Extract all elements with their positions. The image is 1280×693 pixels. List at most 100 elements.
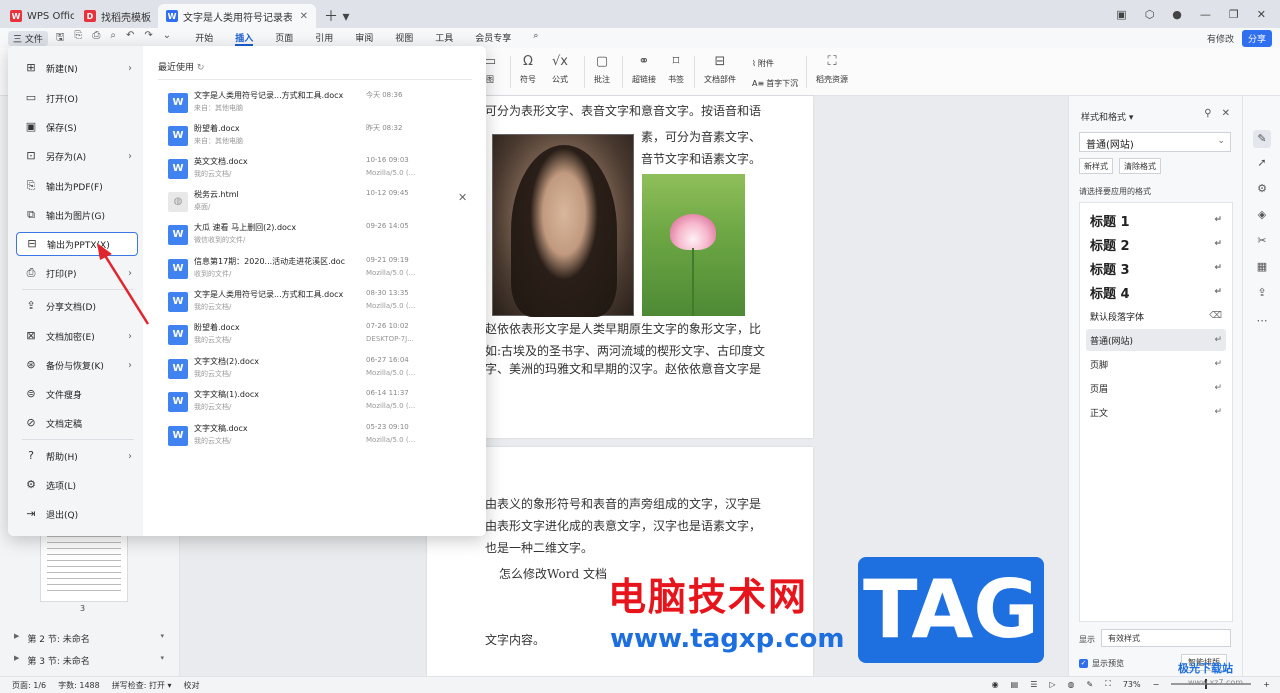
recent-file-item[interactable]: W 信息第17期：2020...活动走进花溪区.doc 收到的文件/09-21 09… [168,256,468,286]
close-window-icon[interactable]: ✕ [1257,8,1266,21]
eye-icon[interactable]: ◉ [992,680,999,689]
layout-icon[interactable]: ▣ [1116,8,1126,21]
export-icon[interactable]: ⎘ [74,30,82,47]
preview-icon[interactable]: ⌕ [110,30,116,47]
recent-file-item[interactable]: ◍ 税务云.html 桌面/10-12 09:45 ✕ [168,189,468,219]
section-item-3[interactable]: ▶ 第 3 节: 未命名 ▾ [14,654,164,667]
ribbon-dropcap-button[interactable]: A≡ 首字下沉 [752,78,798,89]
recent-file-item[interactable]: W 文字文档(2).docx 我的云文档/06-27 16:04 Mozilla/5.… [168,356,468,386]
style-default-font[interactable]: 默认段落字体 ⌫ [1086,305,1226,327]
menu-finalize[interactable]: ⊘ 文档定稿 [16,411,138,435]
undo-icon[interactable]: ↶ [126,30,134,47]
table-icon[interactable]: ▦ [1253,258,1271,276]
tab-home[interactable]: 开始 [195,31,213,46]
ribbon-symbol-button[interactable]: Ω 符号 [520,54,536,85]
style-footer[interactable]: 页脚 ↵ [1086,353,1226,375]
tab-docer[interactable]: D 找稻壳模板 [76,4,156,28]
spell-check[interactable]: 拼写检查: 打开 ▾ [112,680,172,691]
show-preview-checkbox[interactable]: ✓ 显示预览 [1079,658,1124,669]
recent-file-item[interactable]: W 文字文稿(1).docx 我的云文档/06-14 11:37 Mozilla/5.… [168,389,468,419]
style-normal-web[interactable]: 普通(网站) ↵ [1086,329,1226,351]
style-heading-4[interactable]: 标题 4 ↵ [1086,281,1226,303]
fit-icon[interactable]: ⛶ [1105,679,1111,689]
save-icon[interactable]: 🖫 [56,30,65,47]
tab-wps-office[interactable]: W WPS Office [2,4,74,28]
page-thumbnail[interactable] [40,530,128,602]
menu-encrypt[interactable]: ⊠ 文档加密(E) › [16,324,138,348]
chevron-down-icon[interactable]: ⌄ [163,30,171,47]
portrait-image[interactable] [492,134,634,317]
menu-slim-file[interactable]: ⊜ 文件瘦身 [16,382,138,406]
word-count[interactable]: 字数: 1488 [58,680,100,691]
section-item-2[interactable]: ▶ 第 2 节: 未命名 ▾ [14,632,164,645]
recent-file-item[interactable]: W 文字是人类用符号记录...方式和工具.docx 我的云文档/08-30 13:3… [168,289,468,319]
menu-save[interactable]: ▣ 保存(S) [16,115,138,139]
current-style-select[interactable]: 普通(网站) ⌄ [1079,132,1231,152]
recent-file-item[interactable]: W 大瓜 速看 马上删回(2).docx 微信收到的文件/09-26 14:05 [168,222,468,252]
play-icon[interactable]: ▷ [1049,680,1055,689]
panel-title[interactable]: 样式和格式 ▾ [1081,110,1133,123]
tab-current-document[interactable]: W 文字是人类用符号记录表达信息以 ✕ [158,4,316,28]
remove-recent-icon[interactable]: ✕ [458,191,467,204]
zoom-in-icon[interactable]: + [1263,680,1270,689]
tools-icon[interactable]: ✂ [1253,232,1271,250]
ribbon-attachment-button[interactable]: ⌇ 附件 [752,58,774,69]
zoom-value[interactable]: 73% [1123,680,1141,689]
ribbon-comment-button[interactable]: ▢ 批注 [594,54,610,85]
modified-indicator[interactable]: 有修改 [1207,32,1234,45]
sliders-icon[interactable]: ⚙ [1253,180,1271,198]
print-icon[interactable]: ⎙ [92,30,100,47]
page-view-icon[interactable]: ▤ [1011,680,1019,689]
menu-save-as[interactable]: ⊡ 另存为(A) › [16,144,138,168]
pin-icon[interactable]: ⚲ [1204,108,1211,119]
outline-view-icon[interactable]: ☰ [1030,680,1037,689]
tab-insert[interactable]: 插入 [235,31,254,46]
menu-open[interactable]: ▭ 打开(O) [16,86,138,110]
more-icon[interactable]: ⋯ [1253,312,1271,330]
ribbon-bookmark-button[interactable]: ⌑ 书签 [668,54,684,85]
restore-icon[interactable]: ❐ [1229,8,1239,21]
upload-icon[interactable]: ⇪ [1253,284,1271,302]
pen-icon[interactable]: ✎ [1253,130,1271,148]
show-filter-select[interactable]: 有效样式 [1101,629,1231,647]
tab-member[interactable]: 会员专享 [475,31,511,46]
new-tab-button[interactable]: ＋ ▾ [324,4,349,28]
clear-format-button[interactable]: 清除格式 [1119,158,1161,174]
recent-file-item[interactable]: W 文字是人类用符号记录...方式和工具.docx 来自：其他电脑 今天 08:36 [168,90,468,120]
tab-review[interactable]: 审阅 [355,31,373,46]
menu-options[interactable]: ⚙ 选项(L) [16,473,138,497]
ribbon-hyperlink-button[interactable]: ⚭ 超链接 [632,54,656,85]
shapes-icon[interactable]: ◈ [1253,206,1271,224]
recent-file-item[interactable]: W 文字文稿.docx 我的云文档/05-23 09:10 Mozilla/5.0 (… [168,423,468,453]
style-body[interactable]: 正文 ↵ [1086,401,1226,423]
menu-share-document[interactable]: ⇪ 分享文档(D) [16,294,138,318]
menu-export-image[interactable]: ⧉ 输出为图片(G) [16,203,138,227]
menu-exit[interactable]: ⇥ 退出(Q) [16,502,138,526]
cube-icon[interactable]: ⬡ [1145,8,1155,21]
lotus-image[interactable] [642,174,745,316]
ribbon-formula-button[interactable]: √x 公式 [552,54,568,85]
share-button[interactable]: 分享 [1241,30,1272,47]
menu-new[interactable]: ⊞ 新建(N) › [16,56,138,80]
menu-backup[interactable]: ⊛ 备份与恢复(K) › [16,353,138,377]
style-header[interactable]: 页眉 ↵ [1086,377,1226,399]
ribbon-docpart-button[interactable]: ⊟ 文档部件 [704,54,736,85]
avatar[interactable]: ● [1172,8,1182,21]
page-indicator[interactable]: 页面: 1/6 [12,680,46,691]
ribbon-resource-button[interactable]: ⛶ 稻壳资源 [816,54,848,85]
edit-icon[interactable]: ✎ [1087,680,1094,689]
refresh-icon[interactable]: ↻ [197,63,205,73]
style-heading-3[interactable]: 标题 3 ↵ [1086,257,1226,279]
close-icon[interactable]: ✕ [1222,108,1230,119]
zoom-out-icon[interactable]: − [1153,680,1160,689]
menu-export-pdf[interactable]: ⎘ 输出为PDF(F) [16,174,138,198]
tab-reference[interactable]: 引用 [315,31,333,46]
search-icon[interactable]: ⌕ [533,31,538,46]
menu-help[interactable]: ? 帮助(H) › [16,444,138,468]
tab-page[interactable]: 页面 [275,31,293,46]
recent-file-item[interactable]: W 盼望着.docx 来自：其他电脑 昨天 08:32 [168,123,468,153]
recent-file-item[interactable]: W 盼望着.docx 我的云文档/07-26 10:02 DESKTOP-7J... [168,322,468,352]
minimize-icon[interactable]: — [1200,8,1211,21]
new-style-button[interactable]: 新样式 [1079,158,1113,174]
redo-icon[interactable]: ↷ [144,30,152,47]
